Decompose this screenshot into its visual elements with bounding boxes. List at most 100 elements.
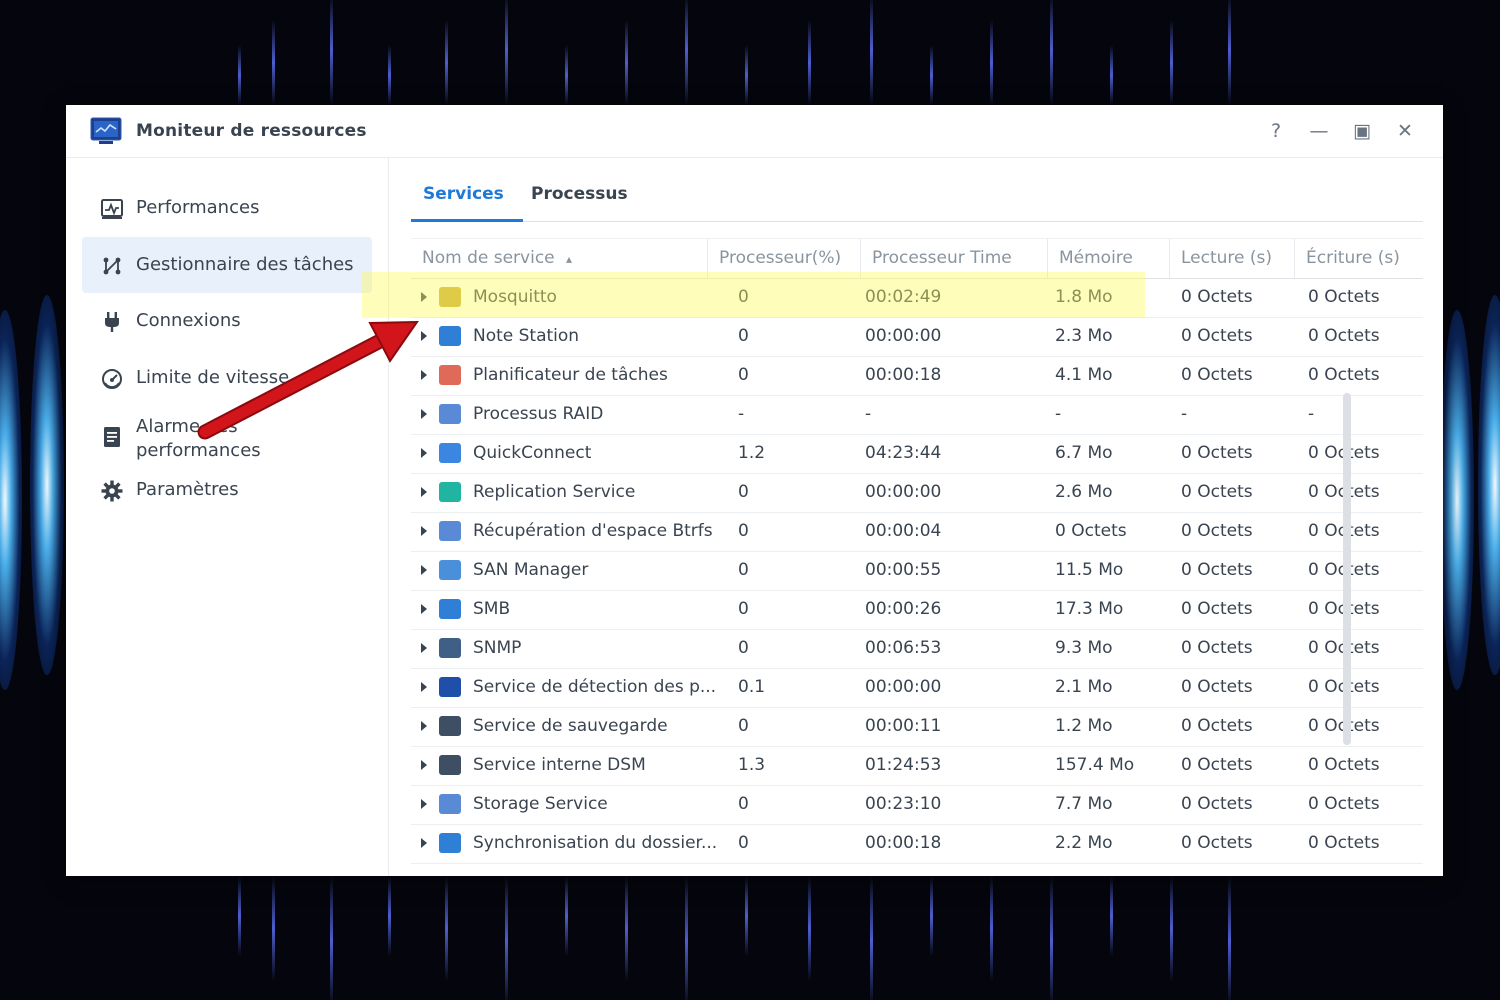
- expand-caret-icon[interactable]: [421, 331, 427, 341]
- service-name-cell: Note Station: [473, 326, 580, 346]
- expand-caret-icon[interactable]: [421, 721, 427, 731]
- sidebar-item-performances[interactable]: Performances: [82, 180, 372, 236]
- service-name-cell: SAN Manager: [473, 560, 589, 580]
- read-cell: 0 Octets: [1181, 365, 1253, 385]
- close-button[interactable]: ✕: [1393, 119, 1417, 143]
- mosquitto-row-highlight: [362, 272, 1145, 318]
- service-name-cell: Replication Service: [473, 482, 636, 502]
- expand-caret-icon[interactable]: [421, 565, 427, 575]
- table-row[interactable]: Service interne DSM 1.3 01:24:53 157.4 Mo 0 …: [411, 746, 1423, 786]
- task-manager-icon: [103, 257, 121, 275]
- column-header-read[interactable]: Lecture (s): [1170, 239, 1295, 278]
- cpu-cell: 0: [738, 716, 749, 736]
- mem-cell: 17.3 Mo: [1055, 599, 1124, 619]
- background-streak: [990, 20, 993, 105]
- cpu-cell: 0: [738, 794, 749, 814]
- expand-caret-icon[interactable]: [421, 448, 427, 458]
- cpu-cell: 1.3: [738, 755, 766, 775]
- sidebar-item-speed-limit[interactable]: Limite de vitesse: [82, 350, 372, 406]
- replication-icon: [439, 482, 461, 502]
- table-row[interactable]: SAN Manager 0 00:00:55 11.5 Mo 0 Octets 0 Oct…: [411, 551, 1423, 591]
- table-row[interactable]: Planificateur de tâches 0 00:00:18 4.1 Mo 0 …: [411, 356, 1423, 396]
- plug-icon: [105, 312, 119, 332]
- tab-services[interactable]: Services: [423, 184, 504, 204]
- expand-caret-icon[interactable]: [421, 643, 427, 653]
- table-row[interactable]: Service de sauvegarde 0 00:00:11 1.2 Mo 0 Oc…: [411, 707, 1423, 747]
- background-streak: [445, 20, 448, 105]
- table-row[interactable]: Synchronisation du dossier... 0 00:00:18 2.…: [411, 824, 1423, 864]
- service-name-cell: Service interne DSM: [473, 755, 646, 775]
- window-title: Moniteur de ressources: [136, 121, 367, 141]
- expand-caret-icon[interactable]: [421, 682, 427, 692]
- expand-caret-icon[interactable]: [421, 604, 427, 614]
- background-streak: [565, 876, 568, 956]
- help-button[interactable]: ?: [1264, 119, 1288, 143]
- table-scrollbar[interactable]: [1343, 393, 1351, 745]
- note-station-icon: [439, 326, 461, 346]
- time-cell: 00:00:11: [865, 716, 942, 736]
- background-streak: [1050, 0, 1053, 105]
- expand-caret-icon[interactable]: [421, 799, 427, 809]
- expand-caret-icon[interactable]: [421, 838, 427, 848]
- expand-caret-icon[interactable]: [421, 409, 427, 419]
- read-cell: 0 Octets: [1181, 677, 1253, 697]
- table-row[interactable]: Service de détection des p... 0.1 00:00:00…: [411, 668, 1423, 708]
- mem-cell: 2.1 Mo: [1055, 677, 1113, 697]
- expand-caret-icon[interactable]: [421, 487, 427, 497]
- tab-divider: [411, 221, 1423, 222]
- maximize-button[interactable]: ▣: [1350, 119, 1374, 143]
- write-cell: 0 Octets: [1308, 794, 1380, 814]
- time-cell: 04:23:44: [865, 443, 942, 463]
- write-cell: 0 Octets: [1308, 365, 1380, 385]
- table-row[interactable]: Storage Service 0 00:23:10 7.7 Mo 0 Octets 0 …: [411, 785, 1423, 825]
- background-glow: [0, 310, 22, 690]
- background-streak: [870, 876, 873, 1000]
- table-row[interactable]: SNMP 0 00:06:53 9.3 Mo 0 Octets 0 Octets: [411, 629, 1423, 669]
- table-row[interactable]: Replication Service 0 00:00:00 2.6 Mo 0 Octe…: [411, 473, 1423, 513]
- cpu-cell: 0: [738, 833, 749, 853]
- expand-caret-icon[interactable]: [421, 760, 427, 770]
- table-row[interactable]: QuickConnect 1.2 04:23:44 6.7 Mo 0 Octets 0 O…: [411, 434, 1423, 474]
- detection-service-icon: [439, 677, 461, 697]
- background-streak: [505, 0, 508, 105]
- storage-icon: [439, 794, 461, 814]
- cpu-cell: 0: [738, 482, 749, 502]
- background-streak: [238, 876, 241, 956]
- raid-process-icon: [439, 404, 461, 424]
- mem-cell: 9.3 Mo: [1055, 638, 1113, 658]
- background-streak: [1170, 876, 1173, 981]
- table-row[interactable]: Récupération d'espace Btrfs 0 00:00:04 0 Oc…: [411, 512, 1423, 552]
- sidebar-item-label: Gestionnaire des tâches: [136, 254, 354, 275]
- read-cell: 0 Octets: [1181, 560, 1253, 580]
- sidebar-item-label-line-1: Alarme des: [136, 416, 238, 437]
- service-name-cell: Storage Service: [473, 794, 608, 814]
- sidebar-item-performance-alarm[interactable]: Alarme des performances: [82, 406, 372, 466]
- calendar-icon: [439, 365, 461, 385]
- background-streak: [1228, 0, 1231, 105]
- background-streak: [565, 45, 568, 105]
- sidebar-item-connexions[interactable]: Connexions: [82, 293, 372, 349]
- table-row[interactable]: Note Station 0 00:00:00 2.3 Mo 0 Octets 0 Oct…: [411, 317, 1423, 357]
- backup-gear-icon: [439, 716, 461, 736]
- background-streak: [272, 876, 275, 981]
- column-header-write[interactable]: Écriture (s): [1295, 239, 1423, 278]
- table-row[interactable]: SMB 0 00:00:26 17.3 Mo 0 Octets 0 Octets: [411, 590, 1423, 630]
- background-streak: [445, 876, 448, 981]
- time-cell: 00:00:00: [865, 326, 942, 346]
- tab-processus[interactable]: Processus: [531, 184, 628, 204]
- minimize-button[interactable]: —: [1307, 119, 1331, 143]
- background-streak: [330, 0, 333, 105]
- cpu-cell: 0: [738, 326, 749, 346]
- write-cell: 0 Octets: [1308, 326, 1380, 346]
- cpu-cell: 0: [738, 560, 749, 580]
- expand-caret-icon[interactable]: [421, 526, 427, 536]
- sidebar-item-task-manager[interactable]: Gestionnaire des tâches: [82, 237, 372, 293]
- mem-cell: 1.2 Mo: [1055, 716, 1113, 736]
- sidebar-item-settings[interactable]: Paramètres: [82, 462, 372, 518]
- sort-ascending-icon: ▴: [566, 252, 573, 266]
- write-cell: 0 Octets: [1308, 833, 1380, 853]
- background-streak: [685, 876, 688, 1000]
- table-row[interactable]: Processus RAID - - - - -: [411, 395, 1423, 435]
- cpu-cell: 1.2: [738, 443, 766, 463]
- expand-caret-icon[interactable]: [421, 370, 427, 380]
